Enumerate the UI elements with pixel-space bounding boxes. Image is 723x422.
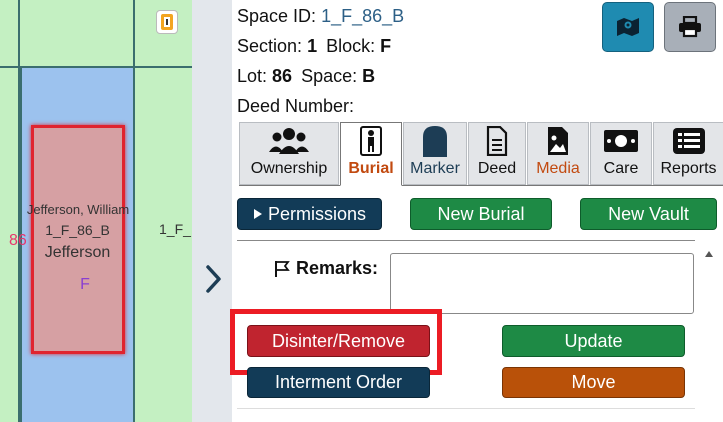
lot-label: Lot: [237, 66, 268, 86]
person-coffin-icon [360, 126, 382, 156]
update-button[interactable]: Update [502, 325, 685, 357]
block-value: F [380, 36, 392, 56]
new-burial-button[interactable]: New Burial [410, 198, 552, 230]
plot-name-label: Jefferson [44, 244, 111, 261]
new-vault-button[interactable]: New Vault [580, 198, 717, 230]
space-label: Space: [301, 66, 358, 86]
tab-deed[interactable]: Deed [468, 122, 526, 185]
remarks-textarea[interactable] [390, 253, 694, 314]
money-icon [604, 130, 638, 152]
tab-reports[interactable]: Reports [653, 122, 723, 185]
tab-marker-label: Marker [410, 160, 460, 177]
tab-care[interactable]: Care [590, 122, 652, 185]
print-button[interactable] [664, 2, 716, 52]
space-value: B [362, 66, 376, 86]
tab-ownership[interactable]: Ownership [239, 122, 339, 185]
tab-marker[interactable]: Marker [403, 122, 467, 185]
tab-care-label: Care [603, 160, 639, 177]
block-label: Block: [326, 36, 376, 56]
tab-ownership-label: Ownership [250, 160, 328, 177]
tab-reports-label: Reports [660, 160, 717, 177]
map-gridline [0, 66, 20, 68]
document-icon [486, 126, 508, 156]
chevron-right-icon[interactable] [204, 264, 224, 294]
move-button[interactable]: Move [502, 367, 685, 398]
section-block-line: Section: 1 Block: F [237, 36, 391, 57]
selected-plot[interactable] [31, 125, 125, 354]
caret-right-icon [253, 209, 262, 219]
remarks-label: Remarks: [274, 258, 378, 279]
map-gridline [133, 66, 192, 68]
users-icon [269, 128, 309, 154]
section-label: Section: [237, 36, 303, 56]
map-icon [617, 18, 639, 36]
printer-icon [679, 16, 701, 38]
neighbor-plot-label: 1_F_ [159, 221, 191, 237]
plot-owner-label: Jefferson, William [26, 202, 130, 217]
flag-icon [275, 260, 290, 277]
scroll-up-icon[interactable] [704, 250, 714, 258]
permissions-label: Permissions [267, 203, 367, 224]
divider [237, 408, 695, 409]
lot-space-line: Lot: 86 Space: B [237, 66, 375, 87]
tab-burial[interactable]: Burial [340, 122, 402, 186]
panel-scrollbar[interactable] [695, 240, 723, 422]
image-icon [548, 127, 568, 155]
cemetery-map[interactable]: Jefferson, William 1_F_86_B Jefferson F … [0, 0, 192, 422]
space-id-value[interactable]: 1_F_86_B [321, 6, 404, 26]
space-id-label: Space ID: [237, 6, 317, 26]
tab-deed-label: Deed [477, 160, 517, 177]
deed-number-label: Deed Number: [237, 96, 355, 116]
tab-media[interactable]: Media [527, 122, 589, 185]
plot-id-label: 1_F_86_B [45, 222, 110, 238]
remarks-label-text: Remarks: [296, 258, 379, 278]
permissions-button[interactable]: Permissions [237, 198, 382, 230]
map-pin-icon[interactable] [156, 10, 178, 34]
panel-toggle-strip[interactable] [192, 0, 232, 422]
detail-tabs: Ownership Burial Marker Deed Media Care … [239, 122, 723, 186]
headstone-icon [423, 126, 447, 157]
lot-value: 86 [272, 66, 293, 86]
plot-section-label: F [80, 276, 90, 293]
list-icon [672, 128, 705, 154]
map-view-button[interactable] [602, 2, 654, 52]
section-value: 1 [307, 36, 318, 56]
tab-burial-label: Burial [348, 160, 394, 177]
space-detail-panel: Space ID: 1_F_86_B Section: 1 Block: F L… [230, 0, 723, 422]
interment-order-button[interactable]: Interment Order [247, 367, 430, 398]
lot-number-label: 86 [9, 232, 27, 249]
tab-media-label: Media [536, 160, 580, 177]
space-id-line: Space ID: 1_F_86_B [237, 6, 404, 27]
highlight-box [230, 309, 442, 375]
